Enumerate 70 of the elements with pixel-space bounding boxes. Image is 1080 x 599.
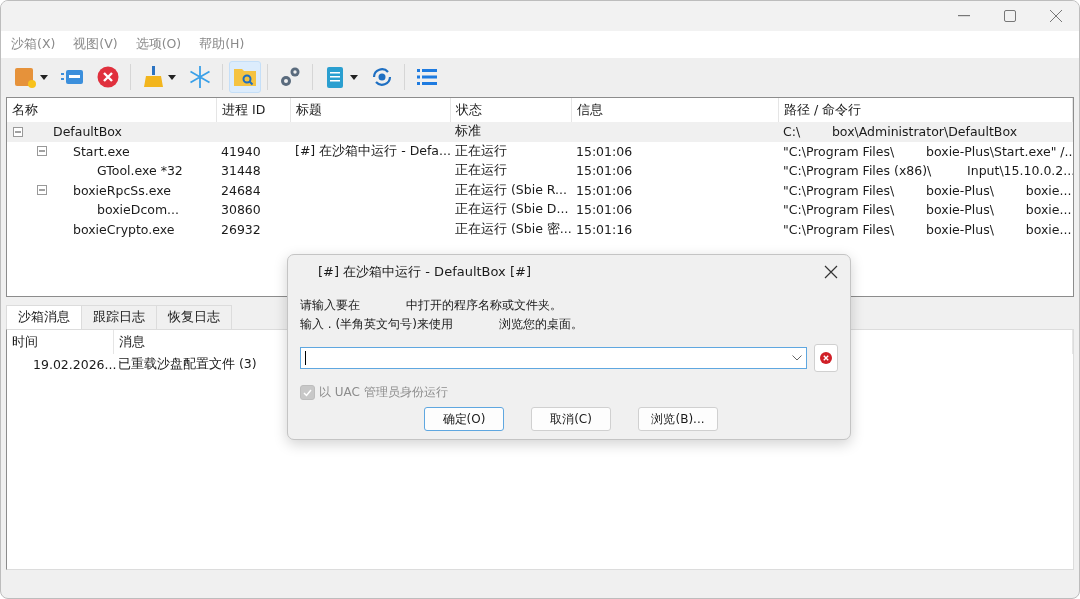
snowflake-icon <box>188 65 212 89</box>
table-cell-text: 15:01:06 <box>575 143 633 159</box>
menu-item[interactable]: 视图(V) <box>73 36 118 53</box>
dialog-text: 请输入要在 中打开的程序名称或文件夹。 <box>300 298 562 312</box>
table-cell-text: 正在运行 (Sbie R... <box>454 181 568 199</box>
tree-row[interactable]: boxieRpcSs.exe 24684 正在运行 (Sbie R... 15:01:06 "C:\Program Files\ boxie-Plus\ boxie... <box>7 180 1073 200</box>
table-cell-text: 15:01:06 <box>575 182 633 198</box>
process-name: Start.exe <box>72 143 130 159</box>
box-icon <box>13 65 37 89</box>
dialog-button[interactable]: 取消(C) <box>531 407 611 431</box>
table-cell-text: 正在运行 <box>454 142 507 160</box>
menu-item[interactable]: 选项(O) <box>135 36 182 53</box>
tree-row[interactable]: boxieCrypto.exe 26932 正在运行 (Sbie 密... 15:01:16 "C:\Program Files\ boxie-Plus\ boxie... <box>7 219 1073 239</box>
table-cell-text: 15:01:06 <box>575 202 633 218</box>
collapse-icon[interactable] <box>37 146 47 157</box>
table-cell-text: 15:01:06 <box>575 163 633 179</box>
dialog-text: 输入 . (半角英文句号)来使用 浏览您的桌面。 <box>300 317 583 331</box>
process-name: boxieCrypto.exe <box>72 221 175 237</box>
table-cell-text: C:\ box\Administrator\DefaultBox <box>782 124 1018 140</box>
table-cell-text: "C:\Program Files\ boxie-Plus\ boxie... <box>782 182 1072 198</box>
table-cell-text: "C:\Program Files (x86)\ Input\15.10.0.2... <box>782 163 1073 179</box>
dialog-button[interactable]: 确定(O) <box>424 407 504 431</box>
maximize-icon <box>1004 10 1016 22</box>
table-cell-text: 41940 <box>220 143 261 159</box>
tree-row[interactable]: boxieDcom... 30860 正在运行 (Sbie D... 15:01:06 "C:\Program Files\ boxie-Plus\ boxie... <box>7 200 1073 220</box>
dialog-button[interactable]: 浏览(B)... <box>638 407 718 431</box>
broom-icon <box>141 65 165 89</box>
table-cell-text: "C:\Program Files\ boxie-Plus\ boxie... <box>782 221 1072 237</box>
table-cell-text: 26932 <box>220 221 261 237</box>
stop-icon <box>96 65 120 89</box>
table-cell-text: [#] 在沙箱中运行 - Defa... <box>294 142 451 160</box>
clear-icon <box>820 352 832 364</box>
table-cell-text: 正在运行 (Sbie 密... <box>454 220 572 238</box>
table-cell-text: "C:\Program Files\ boxie-Plus\Start.exe" /... <box>782 143 1073 159</box>
checkbox-label: 以 UAC 管理员身份运行 <box>319 384 448 401</box>
process-name: boxieRpcSs.exe <box>72 182 171 198</box>
table-cell-text: "C:\Program Files\ boxie-Plus\ boxie... <box>782 202 1072 218</box>
check-icon <box>303 388 312 397</box>
table-cell-text: 标准 <box>454 123 481 141</box>
clear-button[interactable] <box>814 344 838 372</box>
process-name: GTool.exe *32 <box>96 163 183 179</box>
tree-row[interactable]: DefaultBox 标准 C:\ box\Administrator\DefaultBox <box>7 122 1073 142</box>
table-cell-text: 19.02.2026... <box>32 356 117 372</box>
menu-item[interactable]: 沙箱(X) <box>11 36 56 53</box>
toolbar-button[interactable] <box>229 61 261 93</box>
table-cell-text: 24684 <box>220 182 261 198</box>
table-cell-text: 正在运行 <box>454 162 507 180</box>
menu-item[interactable]: 帮助(H) <box>199 36 245 53</box>
collapse-icon[interactable] <box>37 185 47 196</box>
table-cell-text: 31448 <box>220 163 261 179</box>
tab[interactable]: 沙箱消息 <box>6 305 82 329</box>
table-cell-text: 30860 <box>220 202 261 218</box>
close-icon[interactable] <box>824 264 838 279</box>
sync-icon <box>370 65 394 89</box>
process-name: boxieDcom... <box>96 202 179 218</box>
close-icon <box>1050 10 1062 22</box>
tree-row[interactable]: GTool.exe *32 31448 正在运行 15:01:06 "C:\Program Files (x86)\ Input\15.10.0.2... <box>7 161 1073 181</box>
chevron-down-icon[interactable] <box>792 355 802 361</box>
tab[interactable]: 恢复日志 <box>156 305 232 329</box>
table-cell-text: 正在运行 (Sbie D... <box>454 201 569 219</box>
collapse-icon[interactable] <box>13 126 23 137</box>
tree-row[interactable]: Start.exe 41940 [#] 在沙箱中运行 - Defa... 正在运行 15:01:06 "C:\Program Files\ boxie-Plus\Start.exe" /... <box>7 141 1073 161</box>
dialog-title: [#] 在沙箱中运行 - DefaultBox [#] <box>318 263 531 281</box>
column-header[interactable]: 时间 <box>7 330 114 354</box>
table-cell-text: 已重载沙盘配置文件 (3) <box>117 355 257 373</box>
minimize-icon <box>958 15 970 17</box>
gears-icon <box>278 65 302 89</box>
program-input[interactable] <box>300 347 807 369</box>
table-cell-text: 15:01:16 <box>575 221 633 237</box>
process-name: DefaultBox <box>52 124 122 140</box>
